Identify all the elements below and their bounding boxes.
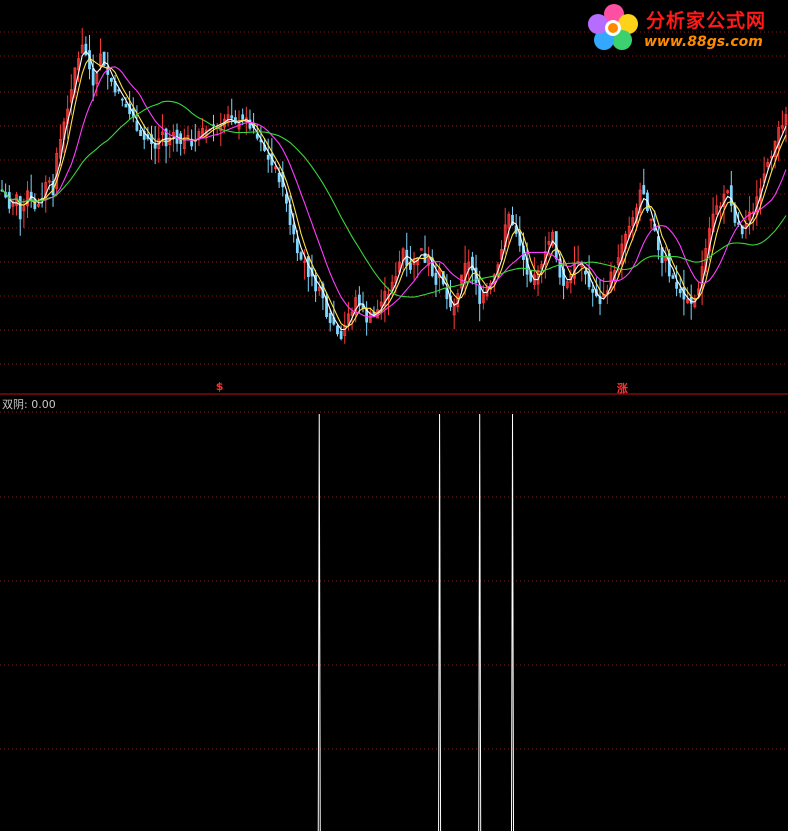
candle-body: [285, 194, 288, 204]
candle-body: [339, 330, 343, 340]
candle-body: [405, 249, 409, 266]
candle-body: [266, 154, 270, 160]
candle-body: [230, 115, 234, 119]
candle-body: [336, 325, 339, 335]
candle-body: [675, 282, 679, 289]
rise-signal-label: 涨: [616, 382, 628, 395]
candle-body: [409, 262, 412, 270]
candle-body: [255, 133, 259, 139]
stock-chart: [0, 0, 788, 831]
candle-body: [7, 192, 11, 209]
candle-body: [91, 68, 95, 86]
watermark-text: 分析家公式网: [646, 10, 767, 32]
candle-body: [299, 252, 303, 260]
watermark-logo: 分析家公式网 www.88gs.com: [586, 2, 786, 54]
candle-body: [124, 104, 128, 108]
candle-body: [139, 130, 142, 137]
candle-body: [678, 288, 682, 294]
candle-body: [241, 114, 245, 120]
flower-logo-icon: [588, 4, 638, 50]
candle-body: [109, 78, 113, 82]
candle-body: [292, 224, 296, 235]
candle-body: [84, 43, 88, 56]
candle-body: [120, 98, 124, 101]
candle-body: [671, 275, 675, 279]
candle-body: [295, 238, 299, 254]
candle-body: [18, 196, 22, 220]
buy-signal-label: $: [215, 380, 224, 393]
candle-body: [642, 185, 646, 195]
candle-body: [584, 270, 587, 275]
candle-body: [135, 120, 139, 131]
candle-body: [277, 173, 281, 183]
indicator-label: 双阴: 0.00: [2, 398, 56, 411]
candle-body: [478, 284, 482, 304]
candle-body: [591, 288, 595, 293]
watermark-url: www.88gs.com: [644, 34, 763, 50]
chart-background: [0, 0, 788, 831]
candle-body: [660, 247, 664, 264]
candle-body: [328, 312, 332, 323]
candle-body: [434, 272, 438, 285]
candle-body: [190, 140, 194, 147]
